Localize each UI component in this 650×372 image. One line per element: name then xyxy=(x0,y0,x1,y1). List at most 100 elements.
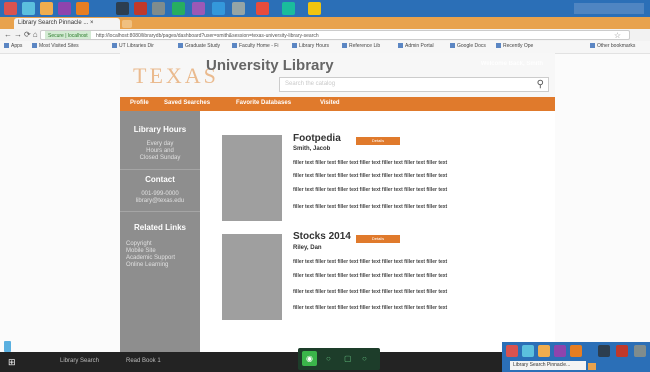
nav-saved-searches[interactable]: Saved Searches xyxy=(164,100,210,106)
app-icon-4[interactable] xyxy=(58,2,71,15)
item-title[interactable]: Stocks 2014 xyxy=(293,231,351,242)
related-link[interactable]: Academic Support xyxy=(126,255,175,262)
star-icon[interactable]: ☆ xyxy=(614,31,621,39)
preview-icon xyxy=(554,345,566,357)
bookmark[interactable]: Most Visited Sites xyxy=(32,43,79,49)
app-icon-6[interactable] xyxy=(134,2,147,15)
folder-icon xyxy=(232,43,237,49)
web-page: TEXAS University Library Welcome Back, S… xyxy=(120,53,555,352)
links-heading: Related Links xyxy=(133,223,186,232)
contact-email[interactable]: library@texas.edu xyxy=(120,198,200,205)
screen-share-preview[interactable]: Library Search Pinnacle... xyxy=(502,342,650,372)
bookmark[interactable]: Faculty Home - Fi xyxy=(232,43,278,49)
bookmark[interactable]: Reference Lib xyxy=(342,43,380,49)
nav-favorite-databases[interactable]: Favorite Databases xyxy=(236,100,291,106)
sidebar: Library Hours Every day Hours and Closed… xyxy=(120,111,200,352)
app-icon-12[interactable] xyxy=(256,2,269,15)
related-link[interactable]: Online Learning xyxy=(126,262,168,269)
preview-icon xyxy=(570,345,582,357)
app-icon-8[interactable] xyxy=(172,2,185,15)
app-icon-7[interactable] xyxy=(152,2,165,15)
related-link[interactable]: Mobile Site xyxy=(126,248,156,255)
nav-buttons[interactable]: ←→⟳⌂ xyxy=(4,30,40,39)
address-bar[interactable]: Secure | localhost http://localhost:8080… xyxy=(40,30,630,40)
bookmark[interactable]: Recently Ope xyxy=(496,43,533,49)
browser-tab[interactable]: Library Search Pinnacle ... × xyxy=(14,18,120,29)
contact-phone: 001-999-0000 xyxy=(141,191,179,197)
preview-icon xyxy=(538,345,550,357)
app-icon-11[interactable] xyxy=(232,2,245,15)
bookmark[interactable]: Admin Portal xyxy=(398,43,434,49)
item-description-line: filler text filler text filler text fill… xyxy=(293,259,448,265)
folder-icon xyxy=(292,43,297,49)
apps-icon xyxy=(4,43,9,49)
preview-newtab xyxy=(588,363,596,370)
hours-heading: Library Hours xyxy=(133,125,187,134)
app-icon-1[interactable] xyxy=(4,2,17,15)
new-tab-button[interactable] xyxy=(122,20,132,28)
preview-icon xyxy=(598,345,610,357)
folder-icon xyxy=(32,43,37,49)
folder-icon xyxy=(590,43,595,49)
app-icon-14[interactable] xyxy=(308,2,321,15)
item-description-line: filler text filler text filler text fill… xyxy=(293,173,448,179)
site-navbar: Profile Saved Searches Favorite Database… xyxy=(120,97,555,111)
mic-icon[interactable]: ○ xyxy=(326,354,331,363)
nav-visited[interactable]: Visited xyxy=(320,100,340,106)
item-description-line: filler text filler text filler text fill… xyxy=(293,289,448,295)
start-icon[interactable]: ⊞ xyxy=(8,357,16,368)
app-icon-2[interactable] xyxy=(22,2,35,15)
app-icon-3[interactable] xyxy=(40,2,53,15)
folder-icon xyxy=(450,43,455,49)
app-icon-5[interactable] xyxy=(116,2,129,15)
media-controls: ◉ ○ ▢ ○ xyxy=(298,348,380,370)
system-tray[interactable] xyxy=(574,3,644,14)
bookmark[interactable]: UT Libraries Dir xyxy=(112,43,154,49)
taskbar-item[interactable]: Read Book 1 xyxy=(126,358,161,364)
item-thumbnail[interactable] xyxy=(222,135,282,221)
item-description-line: filler text filler text filler text fill… xyxy=(293,187,448,193)
taskbar-item[interactable]: Library Search xyxy=(60,358,99,364)
item-author: Riley, Dan xyxy=(293,245,322,251)
settings-icon[interactable]: ○ xyxy=(362,354,367,363)
app-icon-9[interactable] xyxy=(192,2,205,15)
chrome-icon[interactable] xyxy=(76,2,89,15)
site-header: TEXAS University Library Welcome Back, S… xyxy=(120,53,555,97)
camera-icon[interactable]: ◉ xyxy=(302,351,317,366)
bookmark[interactable]: Apps xyxy=(4,43,22,49)
browser-tabbar: Library Search Pinnacle ... × xyxy=(0,17,650,29)
item-author: Smith, Jacob xyxy=(293,146,331,152)
app-icon-13[interactable] xyxy=(282,2,295,15)
hours-line: Every day xyxy=(146,141,174,147)
preview-icon xyxy=(616,345,628,357)
bookmark[interactable]: Library Hours xyxy=(292,43,329,49)
preview-icon xyxy=(506,345,518,357)
chat-icon[interactable]: ▢ xyxy=(344,354,352,363)
bookmark[interactable]: Google Docs xyxy=(450,43,486,49)
address-url: http://localhost:8080/librarydb/pages/da… xyxy=(96,33,319,39)
details-button[interactable]: Details xyxy=(356,235,400,243)
folder-icon xyxy=(398,43,403,49)
item-description-line: filler text filler text filler text fill… xyxy=(293,160,448,166)
folder-icon xyxy=(342,43,347,49)
app-icon-10[interactable] xyxy=(212,2,225,15)
nav-profile[interactable]: Profile xyxy=(130,100,149,106)
bookmark[interactable]: Graduate Study xyxy=(178,43,220,49)
phone-icon[interactable] xyxy=(4,341,11,352)
search-icon[interactable]: ⚲ xyxy=(537,79,544,91)
item-thumbnail[interactable] xyxy=(222,234,282,320)
item-title[interactable]: Footpedia xyxy=(293,133,341,144)
search-input[interactable]: Search the catalog ⚲ xyxy=(279,77,549,92)
folder-icon xyxy=(178,43,183,49)
folder-icon xyxy=(496,43,501,49)
bookmark[interactable]: Other bookmarks xyxy=(590,43,635,49)
hours-line: Closed Sunday xyxy=(139,155,181,161)
divider xyxy=(120,211,200,212)
related-link[interactable]: Copyright xyxy=(126,241,152,248)
preview-icon xyxy=(522,345,534,357)
secure-badge: Secure | localhost xyxy=(45,31,91,39)
hours-line: Hours and xyxy=(146,148,174,154)
details-button[interactable]: Details xyxy=(356,137,400,145)
search-placeholder: Search the catalog xyxy=(285,81,336,87)
item-description-line: filler text filler text filler text fill… xyxy=(293,305,448,311)
